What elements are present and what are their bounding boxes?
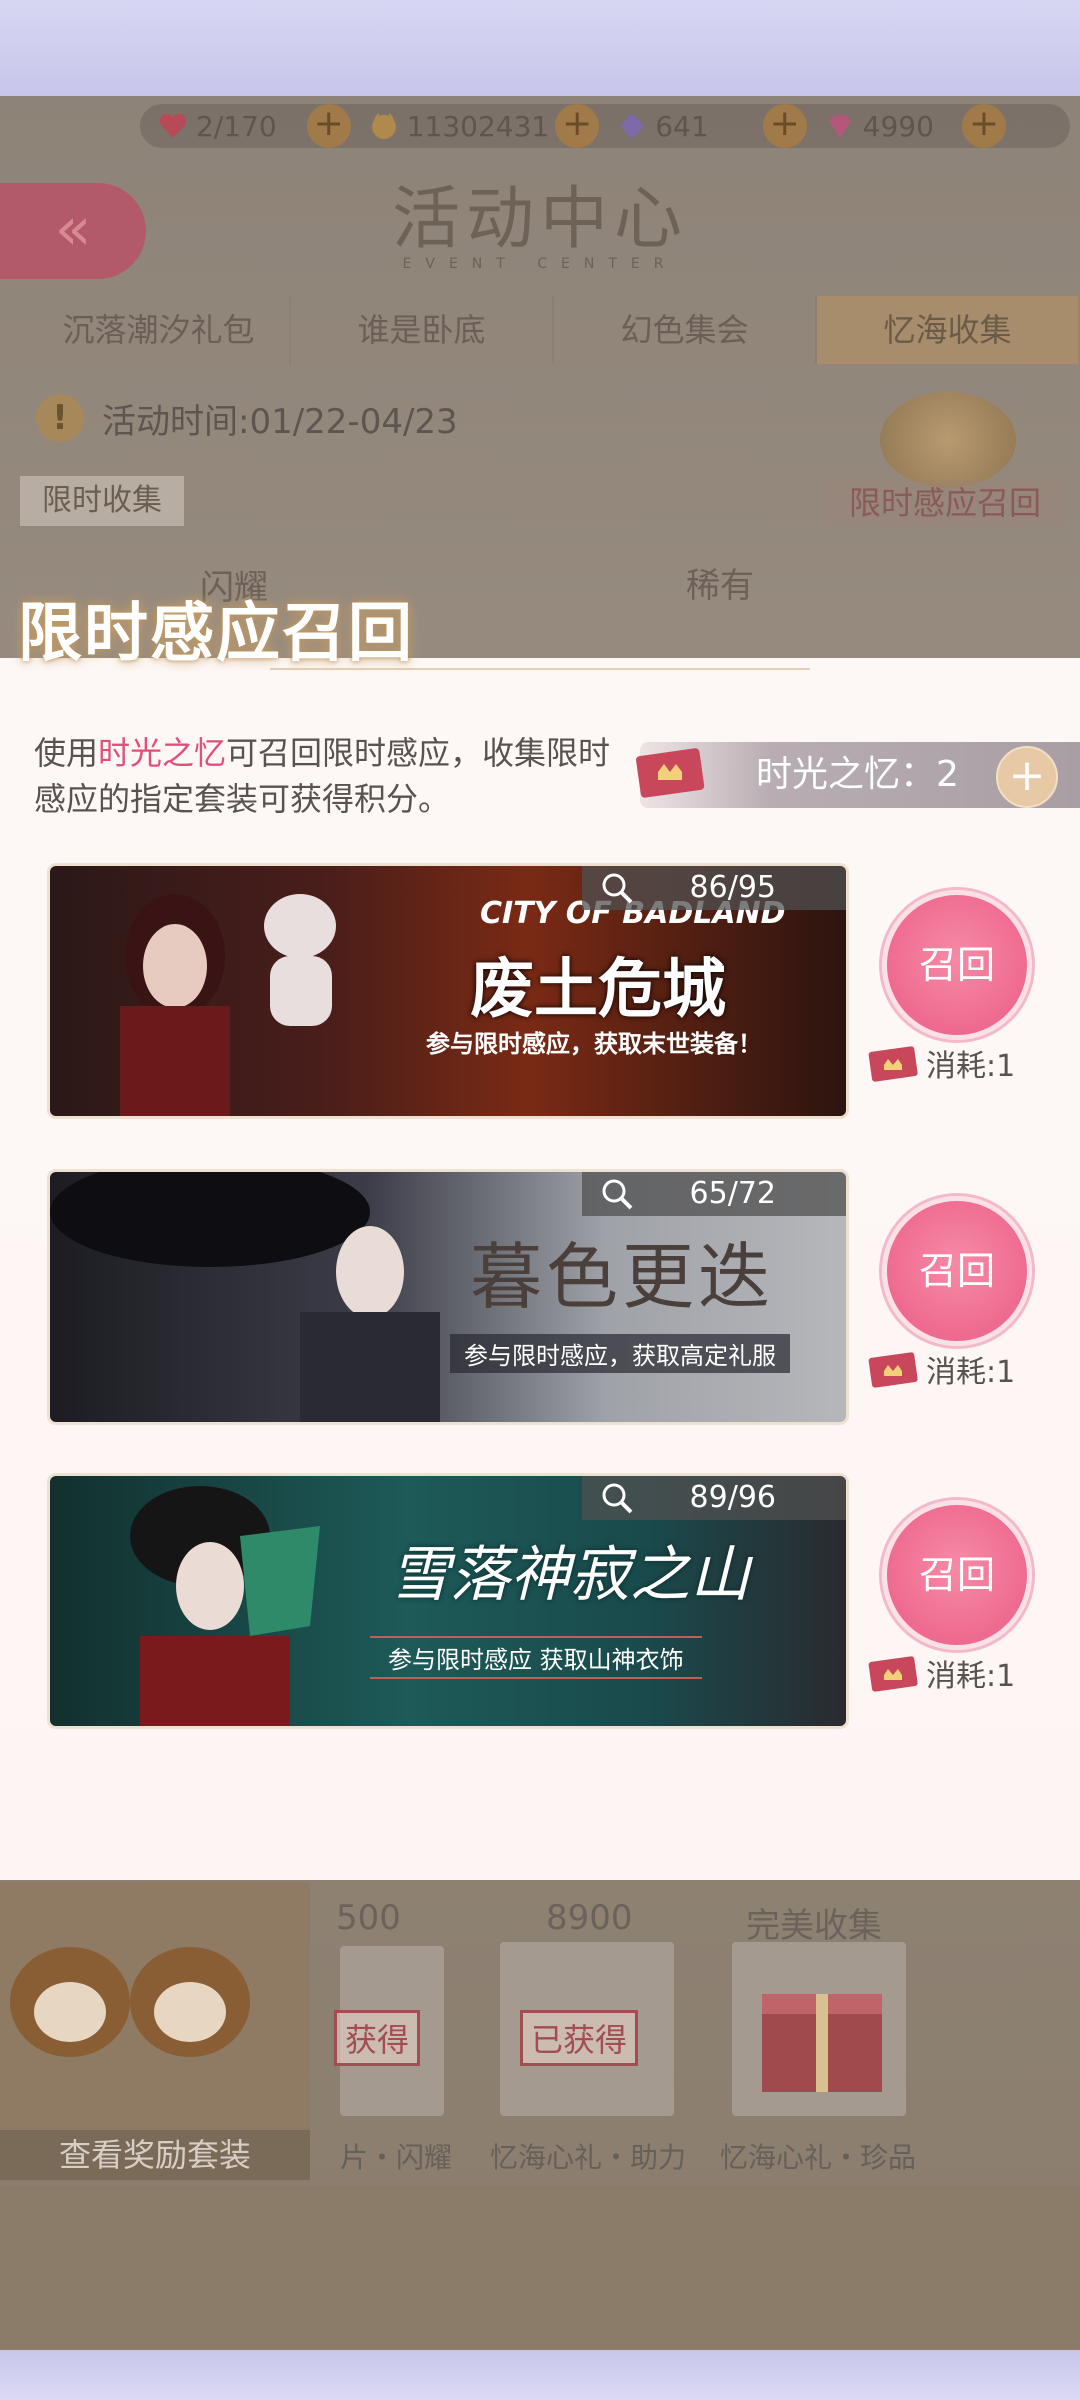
diamond-value: 4990 <box>862 109 934 143</box>
magnifier-icon[interactable] <box>600 1481 634 1515</box>
ticket-icon <box>868 1656 918 1692</box>
recall-button-2[interactable]: 召回 <box>882 1196 1032 1346</box>
cost-2: 消耗:1 <box>866 1346 1015 1392</box>
tab-who-is-spy[interactable]: 谁是卧底 <box>291 296 554 364</box>
counter-value: 65/72 <box>689 1176 776 1211</box>
add-time-memory-button[interactable]: + <box>996 746 1058 808</box>
resource-gold: 11302431 <box>351 104 550 148</box>
add-stamina-button[interactable]: + <box>306 104 351 148</box>
character-art <box>50 1172 440 1422</box>
puppy-costume-art <box>10 1947 250 2057</box>
tab-sunken-tide-pack[interactable]: 沉落潮汐礼包 <box>28 296 291 364</box>
banner-city-of-badland[interactable]: CITY OF BADLAND 废土危城 参与限时感应，获取末世装备！ 86/9… <box>50 866 846 1116</box>
character-art <box>130 1486 320 1726</box>
banner-title-cn: 废土危城 <box>470 953 726 1027</box>
limited-collection-tag: 限时收集 <box>20 476 184 526</box>
crystal-icon <box>620 113 645 139</box>
page-subtitle: EVENT CENTER <box>402 256 678 272</box>
reward-item-3[interactable] <box>732 1942 906 2116</box>
resource-diamond: 4990 <box>807 104 934 148</box>
recall-button-1[interactable]: 召回 <box>882 890 1032 1040</box>
banner-dusk-change[interactable]: 暮色更迭 参与限时感应，获取高定礼服 65/72 <box>50 1172 846 1422</box>
popup-title: 限时感应召回 <box>18 596 414 671</box>
magnifier-icon[interactable] <box>600 871 634 905</box>
cost-1: 消耗:1 <box>866 1040 1015 1086</box>
milestone-perfect: 完美收集 <box>746 1906 882 1946</box>
cost-text: 消耗:1 <box>926 1659 1016 1694</box>
collection-counter: 86/95 <box>582 866 846 910</box>
currency-count: 时光之忆：2 <box>756 754 959 795</box>
ticket-icon <box>868 1352 918 1388</box>
banner-snowfall-mountain[interactable]: 雪落神寂之山 参与限时感应 获取山神衣饰 89/96 <box>50 1476 846 1726</box>
milestone-8900: 8900 <box>546 1898 633 1938</box>
event-time-text: 活动时间:01/22-04/23 <box>102 401 458 442</box>
counter-value: 89/96 <box>689 1480 776 1515</box>
event-time: ! 活动时间:01/22-04/23 <box>36 390 458 446</box>
top-status-band <box>0 0 1080 96</box>
diamond-icon <box>828 115 851 138</box>
tab-memory-sea-collection[interactable]: 忆海收集 <box>817 296 1080 364</box>
counter-value: 86/95 <box>689 870 776 905</box>
view-reward-suit-button[interactable]: 查看奖励套装 <box>0 2130 310 2180</box>
crystal-value: 641 <box>655 109 709 143</box>
rarity-label-rare: 稀有 <box>686 566 754 606</box>
add-gold-button[interactable]: + <box>555 104 600 148</box>
gift-box-icon <box>762 1994 882 2092</box>
heart-icon <box>159 113 187 138</box>
resource-bar: 2/170 + 11302431 + 641 + 4990 + <box>140 104 1070 148</box>
add-diamond-button[interactable]: + <box>961 104 1006 148</box>
collection-counter: 65/72 <box>582 1172 846 1216</box>
cost-text: 消耗:1 <box>926 1049 1016 1084</box>
desc-highlight: 时光之忆 <box>98 734 227 772</box>
gold-value: 11302431 <box>406 109 550 143</box>
cost-text: 消耗:1 <box>926 1355 1016 1390</box>
milestone-500: 500 <box>336 1898 401 1938</box>
stamina-value: 2/170 <box>196 109 277 143</box>
ticket-icon <box>868 1046 918 1082</box>
collection-counter: 89/96 <box>582 1476 846 1520</box>
obtained-stamp: 获得 <box>334 2010 421 2066</box>
reward-name-2: 忆海心礼・助力 <box>490 2141 687 2174</box>
resource-stamina: 2/170 <box>140 104 277 148</box>
banner-subtitle: 参与限时感应，获取高定礼服 <box>450 1334 790 1373</box>
banner-title-cn: 暮色更迭 <box>470 1235 775 1319</box>
cost-3: 消耗:1 <box>866 1650 1015 1696</box>
exclamation-icon: ! <box>36 394 84 442</box>
limited-recall-entry[interactable]: 限时感应召回 <box>828 480 1062 526</box>
desc-prefix: 使用 <box>34 734 99 772</box>
already-obtained-stamp: 已获得 <box>520 2010 639 2066</box>
footer-background <box>0 2186 1080 2350</box>
back-button[interactable]: « <box>0 183 146 279</box>
banner-subtitle: 参与限时感应 获取山神衣饰 <box>370 1636 702 1679</box>
magnifier-icon[interactable] <box>600 1177 634 1211</box>
time-memory-ticket-icon <box>636 748 705 798</box>
popup-description: 使用时光之忆可召回限时感应，收集限时感应的指定套装可获得积分。 <box>34 730 634 822</box>
event-tabs: 沉落潮汐礼包 谁是卧底 幻色集会 忆海收集 <box>28 296 1080 364</box>
cat-coin-icon <box>371 113 396 139</box>
recall-button-3[interactable]: 召回 <box>882 1500 1032 1650</box>
add-crystal-button[interactable]: + <box>762 104 807 148</box>
bottom-status-band <box>0 2350 1080 2400</box>
tab-illusion-gathering[interactable]: 幻色集会 <box>554 296 817 364</box>
recall-ticket-badge-icon[interactable] <box>880 392 1016 488</box>
reward-name-3: 忆海心礼・珍品 <box>720 2141 917 2174</box>
double-chevron-left-icon: « <box>54 194 92 264</box>
character-art <box>120 894 336 1116</box>
banner-title-cn: 雪落神寂之山 <box>390 1540 750 1610</box>
banner-subtitle: 参与限时感应，获取末世装备！ <box>426 1030 762 1058</box>
resource-crystal: 641 <box>599 104 709 148</box>
reward-name-1: 片・闪耀 <box>340 2141 453 2174</box>
